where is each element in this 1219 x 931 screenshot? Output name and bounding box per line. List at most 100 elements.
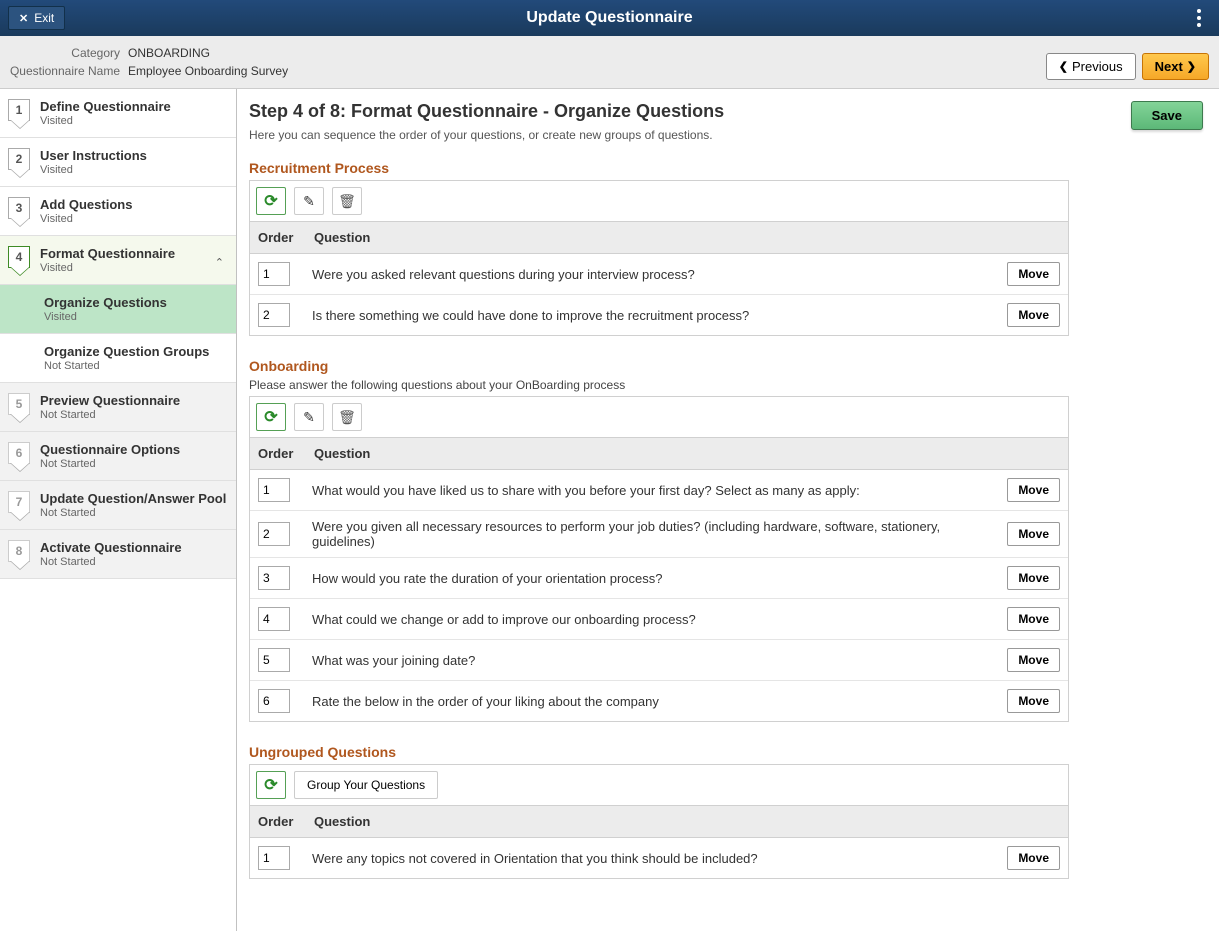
- step-status: Visited: [40, 262, 228, 274]
- pencil-icon: ✎: [303, 193, 315, 210]
- meta-panel: Category ONBOARDING Questionnaire Name E…: [0, 36, 1219, 89]
- sidebar-step-2[interactable]: 2User InstructionsVisited: [0, 138, 236, 187]
- refresh-button[interactable]: ⟳: [256, 403, 286, 431]
- step-status: Visited: [40, 115, 228, 127]
- previous-button[interactable]: ❮ Previous: [1046, 53, 1136, 80]
- order-input[interactable]: [258, 303, 290, 327]
- sidebar-step-4[interactable]: 4Format QuestionnaireVisited⌃: [0, 236, 236, 285]
- name-value: Employee Onboarding Survey: [128, 64, 288, 78]
- question-text: How would you rate the duration of your …: [290, 571, 1007, 586]
- step-badge: 8: [8, 540, 30, 562]
- order-input[interactable]: [258, 607, 290, 631]
- step-status: Not Started: [40, 556, 228, 568]
- order-input[interactable]: [258, 478, 290, 502]
- sidebar-step-6[interactable]: 6 Questionnaire OptionsNot Started: [0, 432, 236, 481]
- save-button[interactable]: Save: [1131, 101, 1203, 130]
- exit-label: Exit: [34, 11, 54, 25]
- move-button[interactable]: Move: [1007, 648, 1060, 672]
- order-input[interactable]: [258, 522, 290, 546]
- question-group: Ungrouped Questions ⟳ Group Your Questions…: [249, 744, 1069, 879]
- category-value: ONBOARDING: [128, 46, 210, 60]
- step-badge: 5: [8, 393, 30, 415]
- category-label: Category: [8, 46, 128, 60]
- table-row: Were you asked relevant questions during…: [250, 254, 1068, 295]
- delete-button[interactable]: 🗑: [332, 187, 362, 215]
- order-input[interactable]: [258, 648, 290, 672]
- move-button[interactable]: Move: [1007, 303, 1060, 327]
- order-input[interactable]: [258, 262, 290, 286]
- move-button[interactable]: Move: [1007, 478, 1060, 502]
- refresh-icon: ⟳: [264, 407, 277, 427]
- edit-button[interactable]: ✎: [294, 187, 324, 215]
- next-button[interactable]: Next ❯: [1142, 53, 1209, 80]
- move-button[interactable]: Move: [1007, 262, 1060, 286]
- sidebar: 1Define QuestionnaireVisited2User Instru…: [0, 89, 237, 931]
- table-row: What was your joining date?Move: [250, 640, 1068, 681]
- sidebar-step-1[interactable]: 1 Define QuestionnaireVisited: [0, 89, 236, 138]
- table-row: Rate the below in the order of your liki…: [250, 681, 1068, 721]
- step-status: Visited: [40, 164, 228, 176]
- step-badge: 4: [8, 246, 30, 268]
- chevron-left-icon: ❮: [1059, 60, 1068, 73]
- refresh-icon: ⟳: [264, 191, 277, 211]
- sidebar-substep-0[interactable]: Organize QuestionsVisited: [0, 285, 236, 334]
- question-text: What could we change or add to improve o…: [290, 612, 1007, 627]
- substep-status: Not Started: [44, 360, 228, 372]
- sidebar-substep-1[interactable]: Organize Question GroupsNot Started: [0, 334, 236, 383]
- step-badge: 1: [8, 99, 30, 121]
- refresh-icon: ⟳: [264, 775, 277, 795]
- section-title: Ungrouped Questions: [249, 744, 1069, 760]
- delete-button[interactable]: 🗑: [332, 403, 362, 431]
- step-title: Preview Questionnaire: [40, 393, 228, 408]
- sidebar-step-7[interactable]: 7Update Question/Answer PoolNot Started: [0, 481, 236, 530]
- move-button[interactable]: Move: [1007, 566, 1060, 590]
- col-question: Question: [314, 230, 1060, 245]
- move-button[interactable]: Move: [1007, 607, 1060, 631]
- trash-icon: 🗑: [338, 409, 356, 426]
- main-content: Step 4 of 8: Format Questionnaire - Orga…: [237, 89, 1219, 931]
- substep-title: Organize Question Groups: [44, 344, 228, 359]
- page-title: Update Questionnaire: [526, 9, 692, 27]
- move-button[interactable]: Move: [1007, 689, 1060, 713]
- step-title: Add Questions: [40, 197, 228, 212]
- col-order: Order: [258, 814, 314, 829]
- table-row: What would you have liked us to share wi…: [250, 470, 1068, 511]
- main-desc: Here you can sequence the order of your …: [249, 128, 724, 142]
- step-status: Not Started: [40, 409, 228, 421]
- sidebar-step-8[interactable]: 8 Activate QuestionnaireNot Started: [0, 530, 236, 579]
- step-badge: 3: [8, 197, 30, 219]
- question-text: Were you asked relevant questions during…: [290, 267, 1007, 282]
- step-title: Questionnaire Options: [40, 442, 228, 457]
- substep-status: Visited: [44, 311, 228, 323]
- step-title: Update Question/Answer Pool: [40, 491, 228, 506]
- pencil-icon: ✎: [303, 409, 315, 426]
- sidebar-step-3[interactable]: 3 Add QuestionsVisited: [0, 187, 236, 236]
- table-row: Is there something we could have done to…: [250, 295, 1068, 335]
- step-title: Format Questionnaire: [40, 246, 228, 261]
- question-group: OnboardingPlease answer the following qu…: [249, 358, 1069, 722]
- refresh-button[interactable]: ⟳: [256, 187, 286, 215]
- question-text: Were any topics not covered in Orientati…: [290, 851, 1007, 866]
- question-text: Rate the below in the order of your liki…: [290, 694, 1007, 709]
- edit-button[interactable]: ✎: [294, 403, 324, 431]
- section-title: Recruitment Process: [249, 160, 1069, 176]
- step-status: Not Started: [40, 458, 228, 470]
- step-badge: 7: [8, 491, 30, 513]
- section-desc: Please answer the following questions ab…: [249, 378, 1069, 392]
- question-text: Were you given all necessary resources t…: [290, 519, 1007, 549]
- step-title: Define Questionnaire: [40, 99, 228, 114]
- question-text: Is there something we could have done to…: [290, 308, 1007, 323]
- move-button[interactable]: Move: [1007, 522, 1060, 546]
- refresh-button[interactable]: ⟳: [256, 771, 286, 799]
- order-input[interactable]: [258, 846, 290, 870]
- order-input[interactable]: [258, 689, 290, 713]
- group-questions-button[interactable]: Group Your Questions: [294, 771, 438, 799]
- sidebar-step-5[interactable]: 5 Preview QuestionnaireNot Started: [0, 383, 236, 432]
- more-menu-icon[interactable]: [1191, 3, 1207, 33]
- move-button[interactable]: Move: [1007, 846, 1060, 870]
- exit-button[interactable]: ✕ Exit: [8, 6, 65, 30]
- order-input[interactable]: [258, 566, 290, 590]
- step-badge: 6: [8, 442, 30, 464]
- step-status: Visited: [40, 213, 228, 225]
- step-title: Activate Questionnaire: [40, 540, 228, 555]
